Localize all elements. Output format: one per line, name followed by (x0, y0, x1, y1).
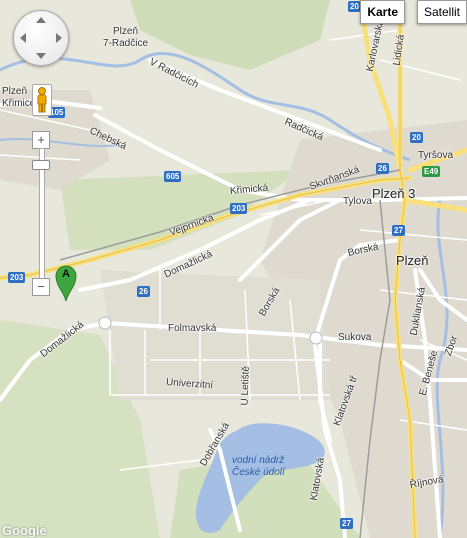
map-canvas[interactable]: Plzeň 7-Radčice Plzeň Křimice Plzeň 3 Pl… (0, 0, 467, 538)
place-label-plzen-7: Plzeň (113, 26, 138, 37)
pan-down-icon[interactable] (36, 53, 46, 59)
map-type-karte-button[interactable]: Karte (360, 0, 405, 24)
water-label-reservoir-1: vodní nádrž (232, 455, 285, 466)
marker-letter: A (62, 268, 70, 280)
route-shield-20-a: 20 (348, 1, 361, 12)
street-view-pegman[interactable] (32, 84, 52, 116)
water-label-reservoir-2: České údolí (232, 467, 285, 478)
street-label-u-letiste: U Letiště (239, 365, 252, 406)
route-shield-203-b: 203 (8, 272, 26, 283)
place-label-krimice: Křimice (2, 98, 36, 109)
pegman-icon (37, 87, 47, 113)
route-shield-26-a: 26 (137, 286, 150, 297)
street-label-tylova: Tylova (343, 196, 372, 207)
pan-control[interactable] (13, 10, 69, 66)
route-shield-605: 605 (164, 171, 182, 182)
route-shield-27-a: 27 (392, 225, 405, 236)
place-label-plzen-3: Plzeň 3 (372, 186, 416, 201)
route-shield-203-a: 203 (230, 203, 248, 214)
zoom-out-button[interactable]: − (32, 278, 50, 296)
place-label-plzen: Plzeň (396, 253, 429, 268)
pan-right-icon[interactable] (56, 33, 62, 43)
zoom-in-button[interactable]: + (32, 131, 50, 149)
route-shield-20-b: 20 (410, 132, 423, 143)
pan-left-icon[interactable] (20, 33, 26, 43)
zoom-slider-thumb[interactable] (32, 160, 50, 170)
place-label-radcice: 7-Radčice (103, 38, 149, 49)
google-logo: Google (2, 523, 47, 538)
street-label-folmavska: Folmavská (168, 323, 217, 334)
place-label-krimice-city: Plzeň (2, 86, 28, 97)
pan-up-icon[interactable] (36, 17, 46, 23)
marker-a[interactable]: A (55, 264, 77, 302)
street-label-sukova: Sukova (338, 332, 372, 343)
route-shield-e49: E49 (422, 166, 441, 177)
street-label-tyrsova: Tyršova (418, 150, 454, 161)
route-shield-26-b: 26 (376, 163, 389, 174)
route-shield-27-b: 27 (340, 518, 353, 529)
map-type-satellit-button[interactable]: Satellit (416, 0, 467, 24)
place-label-plzen-7-line1: Plzeň (113, 26, 139, 37)
